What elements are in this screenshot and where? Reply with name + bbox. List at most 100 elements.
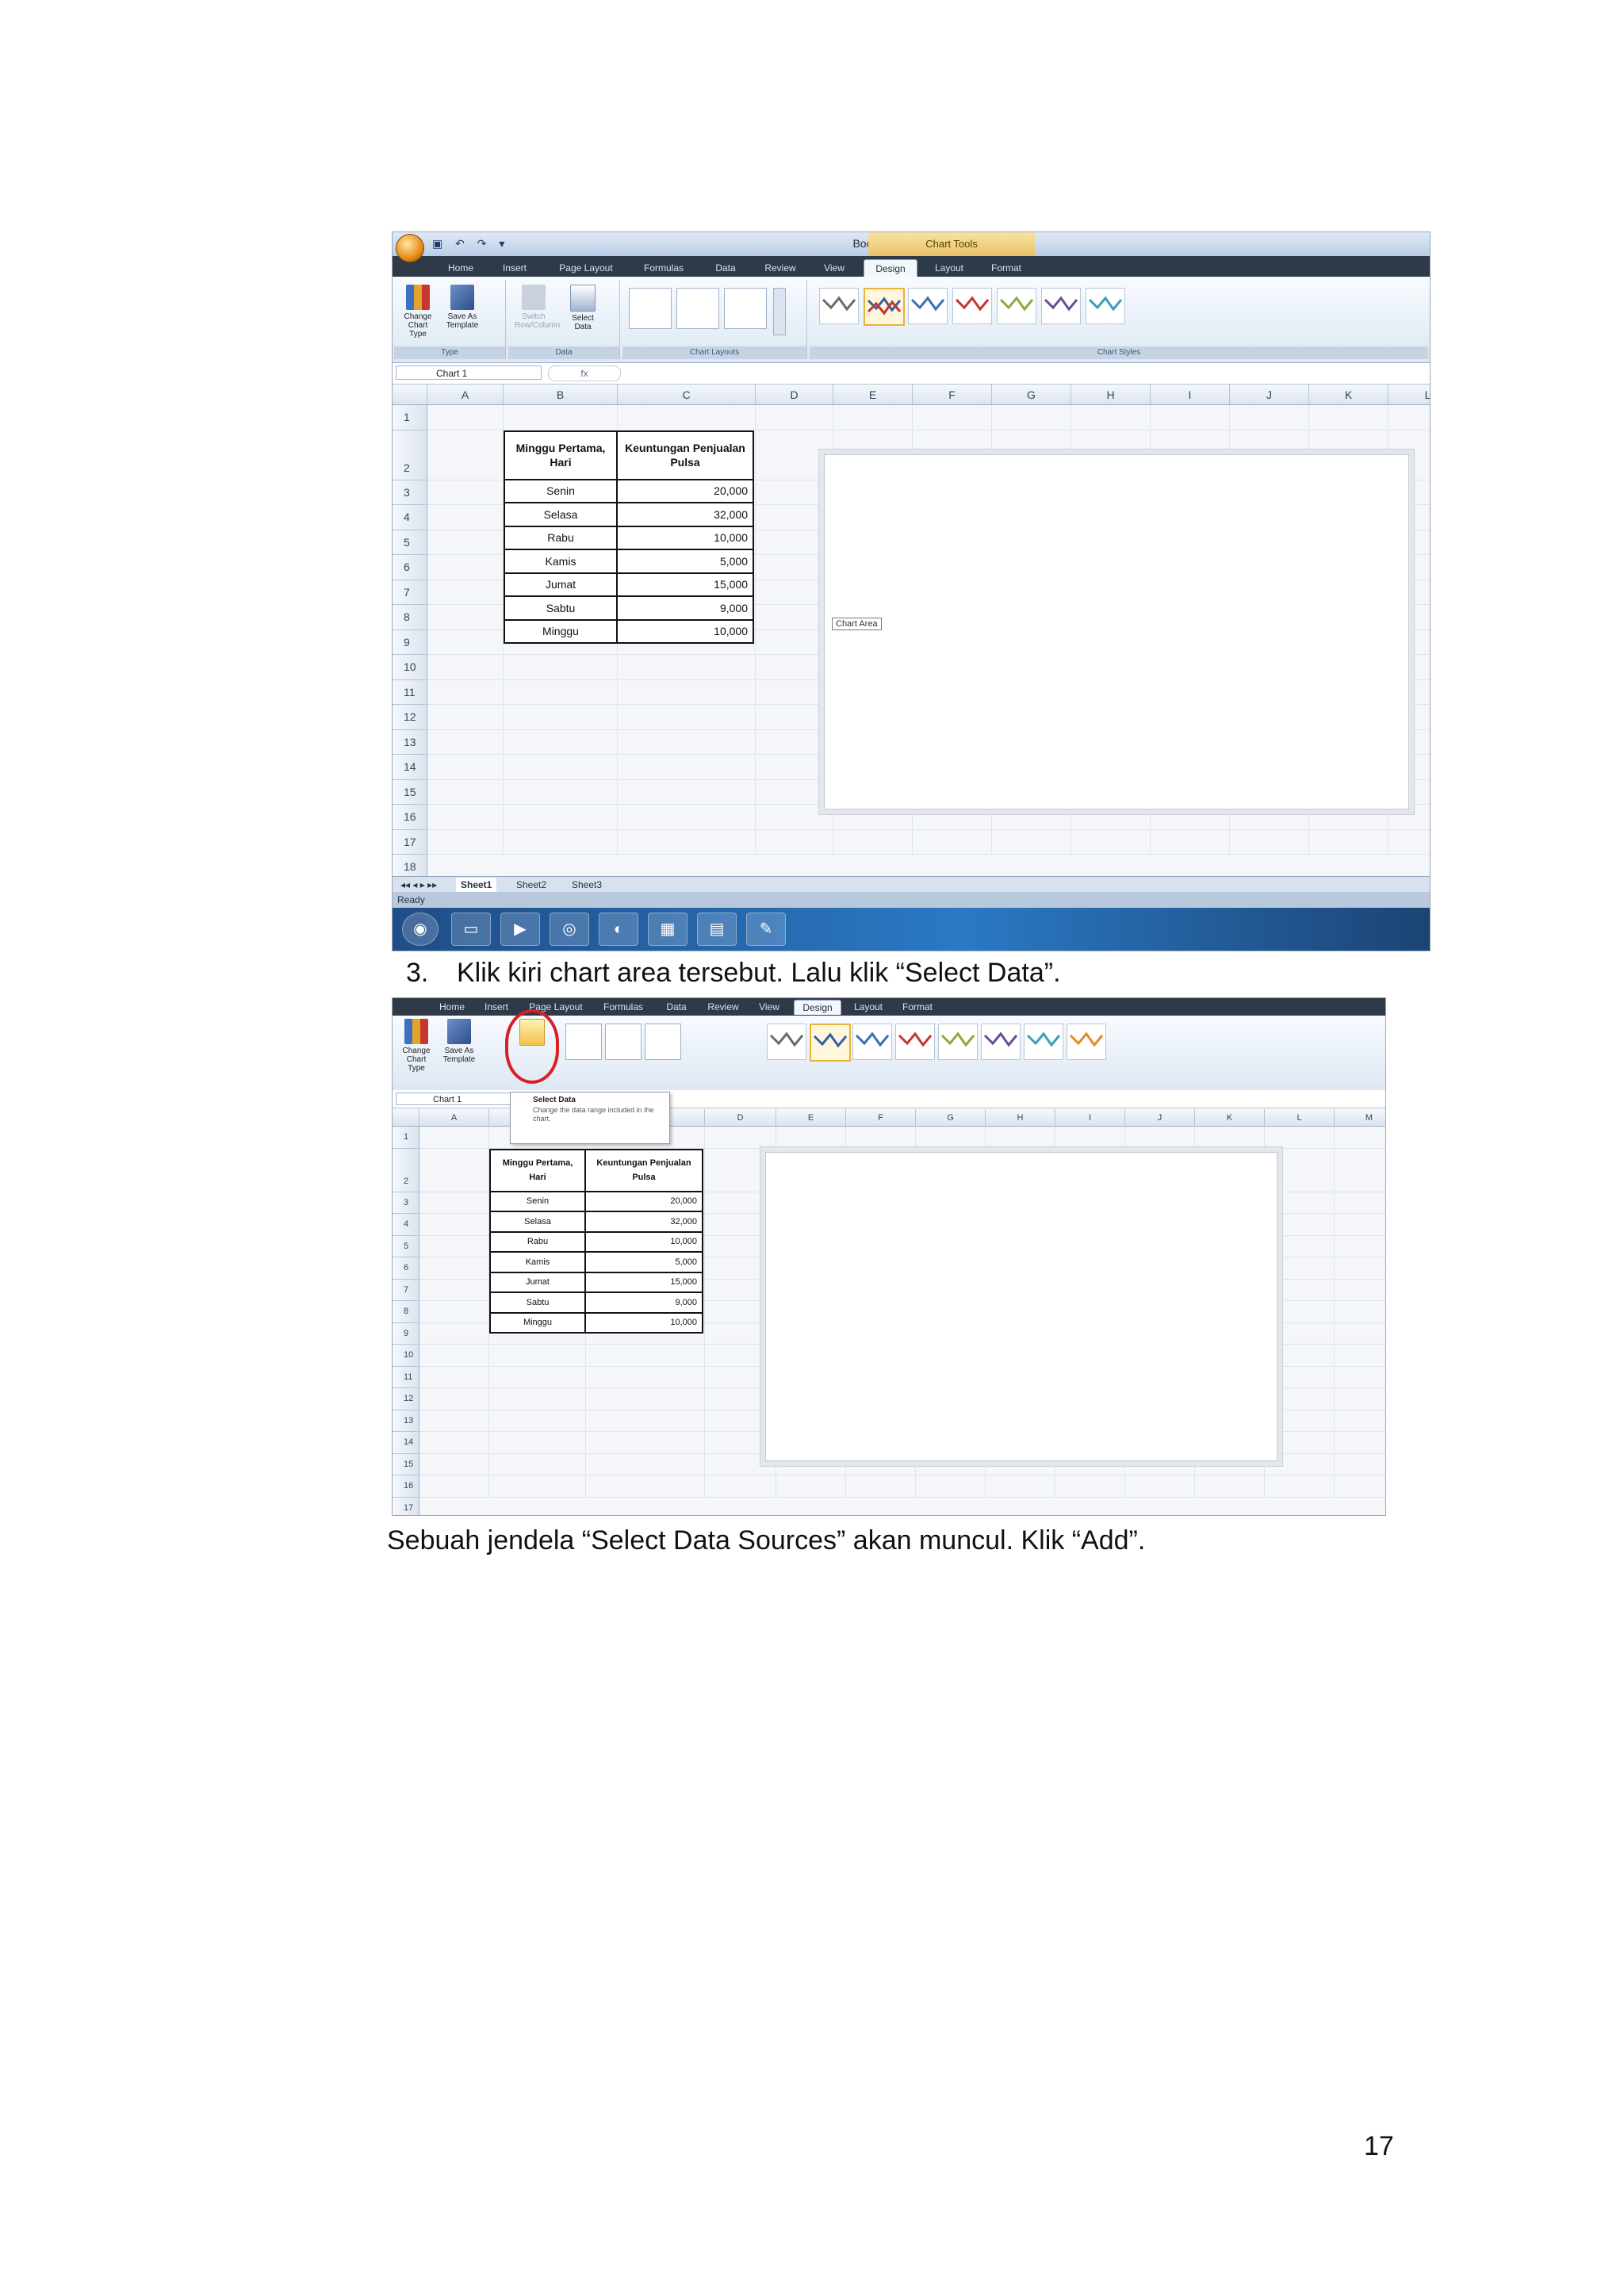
row-header[interactable]: 8 [393, 1301, 419, 1323]
profit-cell[interactable]: 10,000 [616, 525, 754, 550]
fx-button[interactable]: fx [548, 365, 621, 381]
row-header[interactable]: 12 [393, 705, 427, 730]
tab-insert[interactable]: Insert [491, 259, 538, 277]
name-box[interactable]: Chart 1 [396, 365, 542, 380]
day-cell[interactable]: Jumat [504, 572, 618, 597]
column-header[interactable]: F [913, 385, 992, 405]
column-header[interactable]: J [1125, 1109, 1195, 1127]
chart-style-3-2[interactable] [852, 1024, 892, 1060]
row-header[interactable]: 2 [393, 1148, 419, 1192]
chart-style-1-2[interactable] [767, 1024, 806, 1060]
worksheet-grid[interactable]: A B C D E F G H I J K L 1 2 3 4 5 6 7 8 9 10 11 12 13 14 15 16 17 18 M… [393, 385, 1430, 880]
chart-style-5-2[interactable] [938, 1024, 978, 1060]
day-cell[interactable]: Selasa [504, 502, 618, 527]
day-cell[interactable]: Kamis [489, 1251, 586, 1273]
chart-layout-2[interactable] [676, 288, 719, 329]
tab-layout-2[interactable]: Layout [846, 1000, 891, 1014]
chart-layout-3[interactable] [724, 288, 767, 329]
column-header[interactable]: H [1071, 385, 1151, 405]
column-header[interactable]: L [1388, 385, 1430, 405]
column-header[interactable]: E [833, 385, 913, 405]
office-button-icon[interactable] [396, 234, 424, 262]
select-all-corner[interactable] [393, 1109, 419, 1127]
chart-style-7-2[interactable] [1024, 1024, 1063, 1060]
profit-cell[interactable]: 15,000 [584, 1271, 703, 1293]
column-header[interactable]: E [776, 1109, 846, 1127]
tab-view-2[interactable]: View [751, 1000, 787, 1014]
tab-format-2[interactable]: Format [895, 1000, 940, 1014]
explorer-icon[interactable]: ▭ [451, 913, 491, 946]
paint-icon[interactable]: ✎ [746, 913, 786, 946]
column-header[interactable]: A [419, 1109, 489, 1127]
save-as-template-button[interactable]: Save As Template [443, 285, 481, 330]
tab-view[interactable]: View [813, 259, 856, 277]
row-header[interactable]: 15 [393, 779, 427, 805]
row-header[interactable]: 15 [393, 1453, 419, 1475]
tab-layout[interactable]: Layout [924, 259, 975, 277]
save-as-template-button-2[interactable]: Save As Template [440, 1019, 478, 1064]
profit-cell[interactable]: 32,000 [616, 502, 754, 527]
chart-style-4-2[interactable] [895, 1024, 935, 1060]
chart-style-5[interactable] [997, 288, 1036, 324]
row-header[interactable]: 3 [393, 1192, 419, 1214]
tab-data[interactable]: Data [703, 259, 748, 277]
column-header[interactable]: K [1195, 1109, 1265, 1127]
excel-icon[interactable]: ▦ [648, 913, 688, 946]
tab-review-2[interactable]: Review [700, 1000, 746, 1014]
profit-cell[interactable]: 10,000 [616, 618, 754, 644]
sheet-tab-sheet1[interactable]: Sheet1 [456, 878, 497, 892]
day-cell[interactable]: Minggu [489, 1311, 586, 1334]
column-header[interactable]: I [1055, 1109, 1125, 1127]
row-header[interactable]: 14 [393, 1432, 419, 1454]
column-header[interactable]: M [1335, 1109, 1385, 1127]
tab-formulas-2[interactable]: Formulas [596, 1000, 651, 1014]
row-header[interactable]: 6 [393, 555, 427, 580]
media-player-icon[interactable]: ▶ [500, 913, 540, 946]
day-cell[interactable]: Senin [489, 1190, 586, 1212]
row-header[interactable]: 2 [393, 430, 427, 480]
row-header[interactable]: 5 [393, 1235, 419, 1257]
column-header[interactable]: L [1265, 1109, 1335, 1127]
day-cell[interactable]: Rabu [504, 525, 618, 550]
tab-formulas[interactable]: Formulas [632, 259, 695, 277]
sheet-tab-sheet2[interactable]: Sheet2 [511, 878, 551, 892]
day-cell[interactable]: Kamis [504, 549, 618, 574]
chart-layout-1-2[interactable] [565, 1024, 602, 1060]
row-header[interactable]: 1 [393, 1127, 419, 1149]
row-header[interactable]: 13 [393, 1410, 419, 1432]
row-header[interactable]: 1 [393, 405, 427, 430]
row-header[interactable]: 5 [393, 530, 427, 555]
chart-style-6[interactable] [1041, 288, 1081, 324]
profit-cell[interactable]: 15,000 [616, 572, 754, 597]
tab-data-2[interactable]: Data [657, 1000, 695, 1014]
sheet-nav-arrows[interactable]: ◂◂ ◂ ▸ ▸▸ [396, 878, 442, 892]
column-header[interactable]: J [1230, 385, 1309, 405]
day-cell[interactable]: Selasa [489, 1211, 586, 1233]
row-header[interactable]: 16 [393, 805, 427, 830]
chart-style-2[interactable] [864, 288, 905, 326]
tab-design[interactable]: Design [864, 259, 917, 277]
row-header[interactable]: 3 [393, 480, 427, 505]
firefox-icon[interactable]: ◐ [599, 913, 638, 946]
row-header[interactable]: 16 [393, 1475, 419, 1498]
profit-cell[interactable]: 10,000 [584, 1230, 703, 1253]
tab-review[interactable]: Review [754, 259, 806, 277]
switch-row-column-button[interactable]: Switch Row/Column [515, 285, 560, 330]
column-header[interactable]: C [618, 385, 756, 405]
day-cell[interactable]: Minggu [504, 618, 618, 644]
chart-layout-3-2[interactable] [645, 1024, 681, 1060]
layouts-scroll[interactable] [773, 288, 786, 335]
chart-style-6-2[interactable] [981, 1024, 1021, 1060]
day-cell[interactable]: Jumat [489, 1271, 586, 1293]
column-header[interactable]: D [705, 1109, 776, 1127]
chart-style-2-2[interactable] [810, 1024, 851, 1062]
column-header[interactable]: I [1151, 385, 1230, 405]
column-header[interactable]: G [916, 1109, 986, 1127]
row-header[interactable]: 10 [393, 1345, 419, 1367]
chart-style-1[interactable] [819, 288, 859, 324]
column-header[interactable]: B [504, 385, 618, 405]
day-cell[interactable]: Sabtu [504, 595, 618, 621]
sheet-tab-sheet3[interactable]: Sheet3 [567, 878, 607, 892]
change-chart-type-button[interactable]: Change Chart Type [399, 285, 437, 339]
row-header[interactable]: 14 [393, 755, 427, 780]
